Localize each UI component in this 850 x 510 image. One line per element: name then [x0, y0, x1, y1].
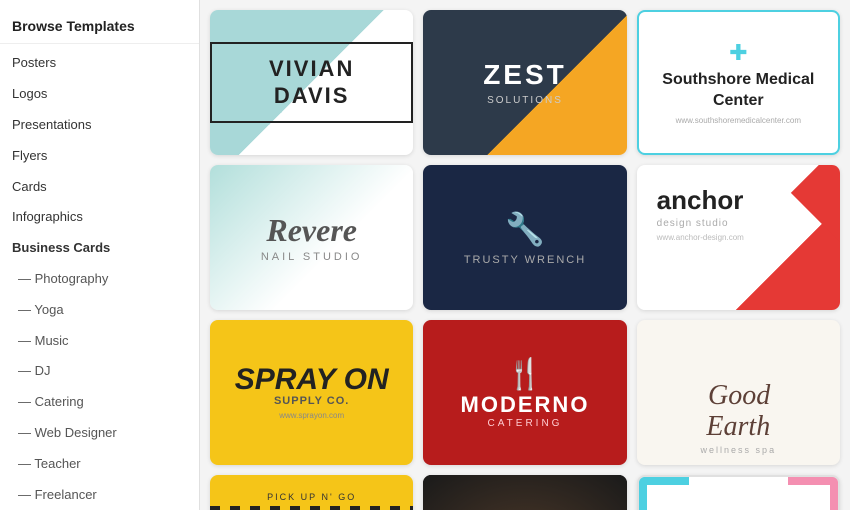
anchor-stripe	[791, 165, 840, 242]
sidebar-item-posters[interactable]: Posters	[0, 48, 199, 79]
template-card-farm[interactable]: EST 1995 FARM TO TABLE CALIFORNIA ORGANI…	[423, 475, 626, 510]
southshore-url: www.southshoremedicalcenter.com	[676, 116, 801, 125]
vivian-name: VIVIAN DAVIS	[232, 56, 391, 109]
template-card-anchor[interactable]: anchor design studio www.anchor-design.c…	[637, 165, 840, 310]
anchor-sub: design studio	[657, 218, 729, 229]
template-card-vivian[interactable]: VIVIAN DAVIS	[210, 10, 413, 155]
spray-line1: SPRAY ON	[235, 365, 389, 395]
template-card-zest[interactable]: ZEST SOLUTIONS	[423, 10, 626, 155]
goodearth-text: GoodEarth	[706, 381, 770, 443]
template-card-spray[interactable]: SPRAY ON SUPPLY CO. www.sprayon.com	[210, 320, 413, 465]
template-card-trusty[interactable]: 🔧 TRUSTY WRENCH	[423, 165, 626, 310]
template-card-revere[interactable]: Revere NAIL STUDIO	[210, 165, 413, 310]
medical-icon: ✚	[729, 40, 747, 66]
revere-name: Revere	[266, 212, 357, 249]
sidebar: Browse Templates PostersLogosPresentatio…	[0, 0, 200, 510]
spray-line2: SUPPLY CO.	[274, 395, 349, 407]
sidebar-item---music[interactable]: — Music	[0, 326, 199, 357]
sidebar-item-browse-templates[interactable]: Browse Templates	[0, 10, 199, 44]
main-content: VIVIAN DAVIS ZEST SOLUTIONS ✚ Southshore…	[200, 0, 850, 510]
sidebar-item---photography[interactable]: — Photography	[0, 264, 199, 295]
template-card-leigh[interactable]: LeighSilva FREELANCE ILLUSTRATOR	[637, 475, 840, 510]
sidebar-item---catering[interactable]: — Catering	[0, 387, 199, 418]
template-card-southshore[interactable]: ✚ Southshore Medical Center www.southsho…	[637, 10, 840, 155]
trusty-name: TRUSTY WRENCH	[464, 254, 586, 266]
sidebar-item---teacher[interactable]: — Teacher	[0, 449, 199, 480]
cab-stripes	[210, 506, 413, 510]
sidebar-item---web-designer[interactable]: — Web Designer	[0, 418, 199, 449]
zest-name: ZEST	[483, 59, 567, 91]
sidebar-item---yoga[interactable]: — Yoga	[0, 295, 199, 326]
sidebar-item---dj[interactable]: — DJ	[0, 356, 199, 387]
moderno-name: MODERNO	[461, 392, 590, 418]
farm-bg-image	[423, 475, 626, 510]
southshore-name: Southshore Medical Center	[649, 70, 828, 112]
anchor-url: www.anchor-design.com	[657, 233, 744, 242]
sidebar-item---freelancer[interactable]: — Freelancer	[0, 480, 199, 510]
zest-sub: SOLUTIONS	[483, 95, 567, 106]
sidebar-item-presentations[interactable]: Presentations	[0, 110, 199, 141]
anchor-name: anchor	[657, 185, 744, 216]
moderno-sub: CATERING	[488, 418, 563, 429]
wrench-icon: 🔧	[505, 210, 545, 248]
template-card-goodearth[interactable]: GoodEarth wellness spa	[637, 320, 840, 465]
goodearth-sub: wellness spa	[701, 445, 777, 455]
template-card-cab[interactable]: PICK UP N' GO CAB TRANSIT NEW YORK CAB S…	[210, 475, 413, 510]
templates-grid: VIVIAN DAVIS ZEST SOLUTIONS ✚ Southshore…	[210, 10, 840, 510]
sidebar-item-business-cards[interactable]: Business Cards	[0, 233, 199, 264]
sidebar-item-logos[interactable]: Logos	[0, 79, 199, 110]
sidebar-item-flyers[interactable]: Flyers	[0, 141, 199, 172]
sidebar-item-infographics[interactable]: Infographics	[0, 202, 199, 233]
cab-pickup: PICK UP N' GO	[267, 492, 356, 502]
sidebar-item-cards[interactable]: Cards	[0, 172, 199, 203]
leigh-corner-tl	[639, 477, 689, 510]
template-card-moderno[interactable]: 🍴 MODERNO CATERING	[423, 320, 626, 465]
leigh-corner-tr	[788, 477, 838, 510]
spray-url: www.sprayon.com	[279, 411, 344, 420]
revere-sub: NAIL STUDIO	[261, 251, 363, 263]
fork-knife-icon: 🍴	[506, 357, 543, 392]
